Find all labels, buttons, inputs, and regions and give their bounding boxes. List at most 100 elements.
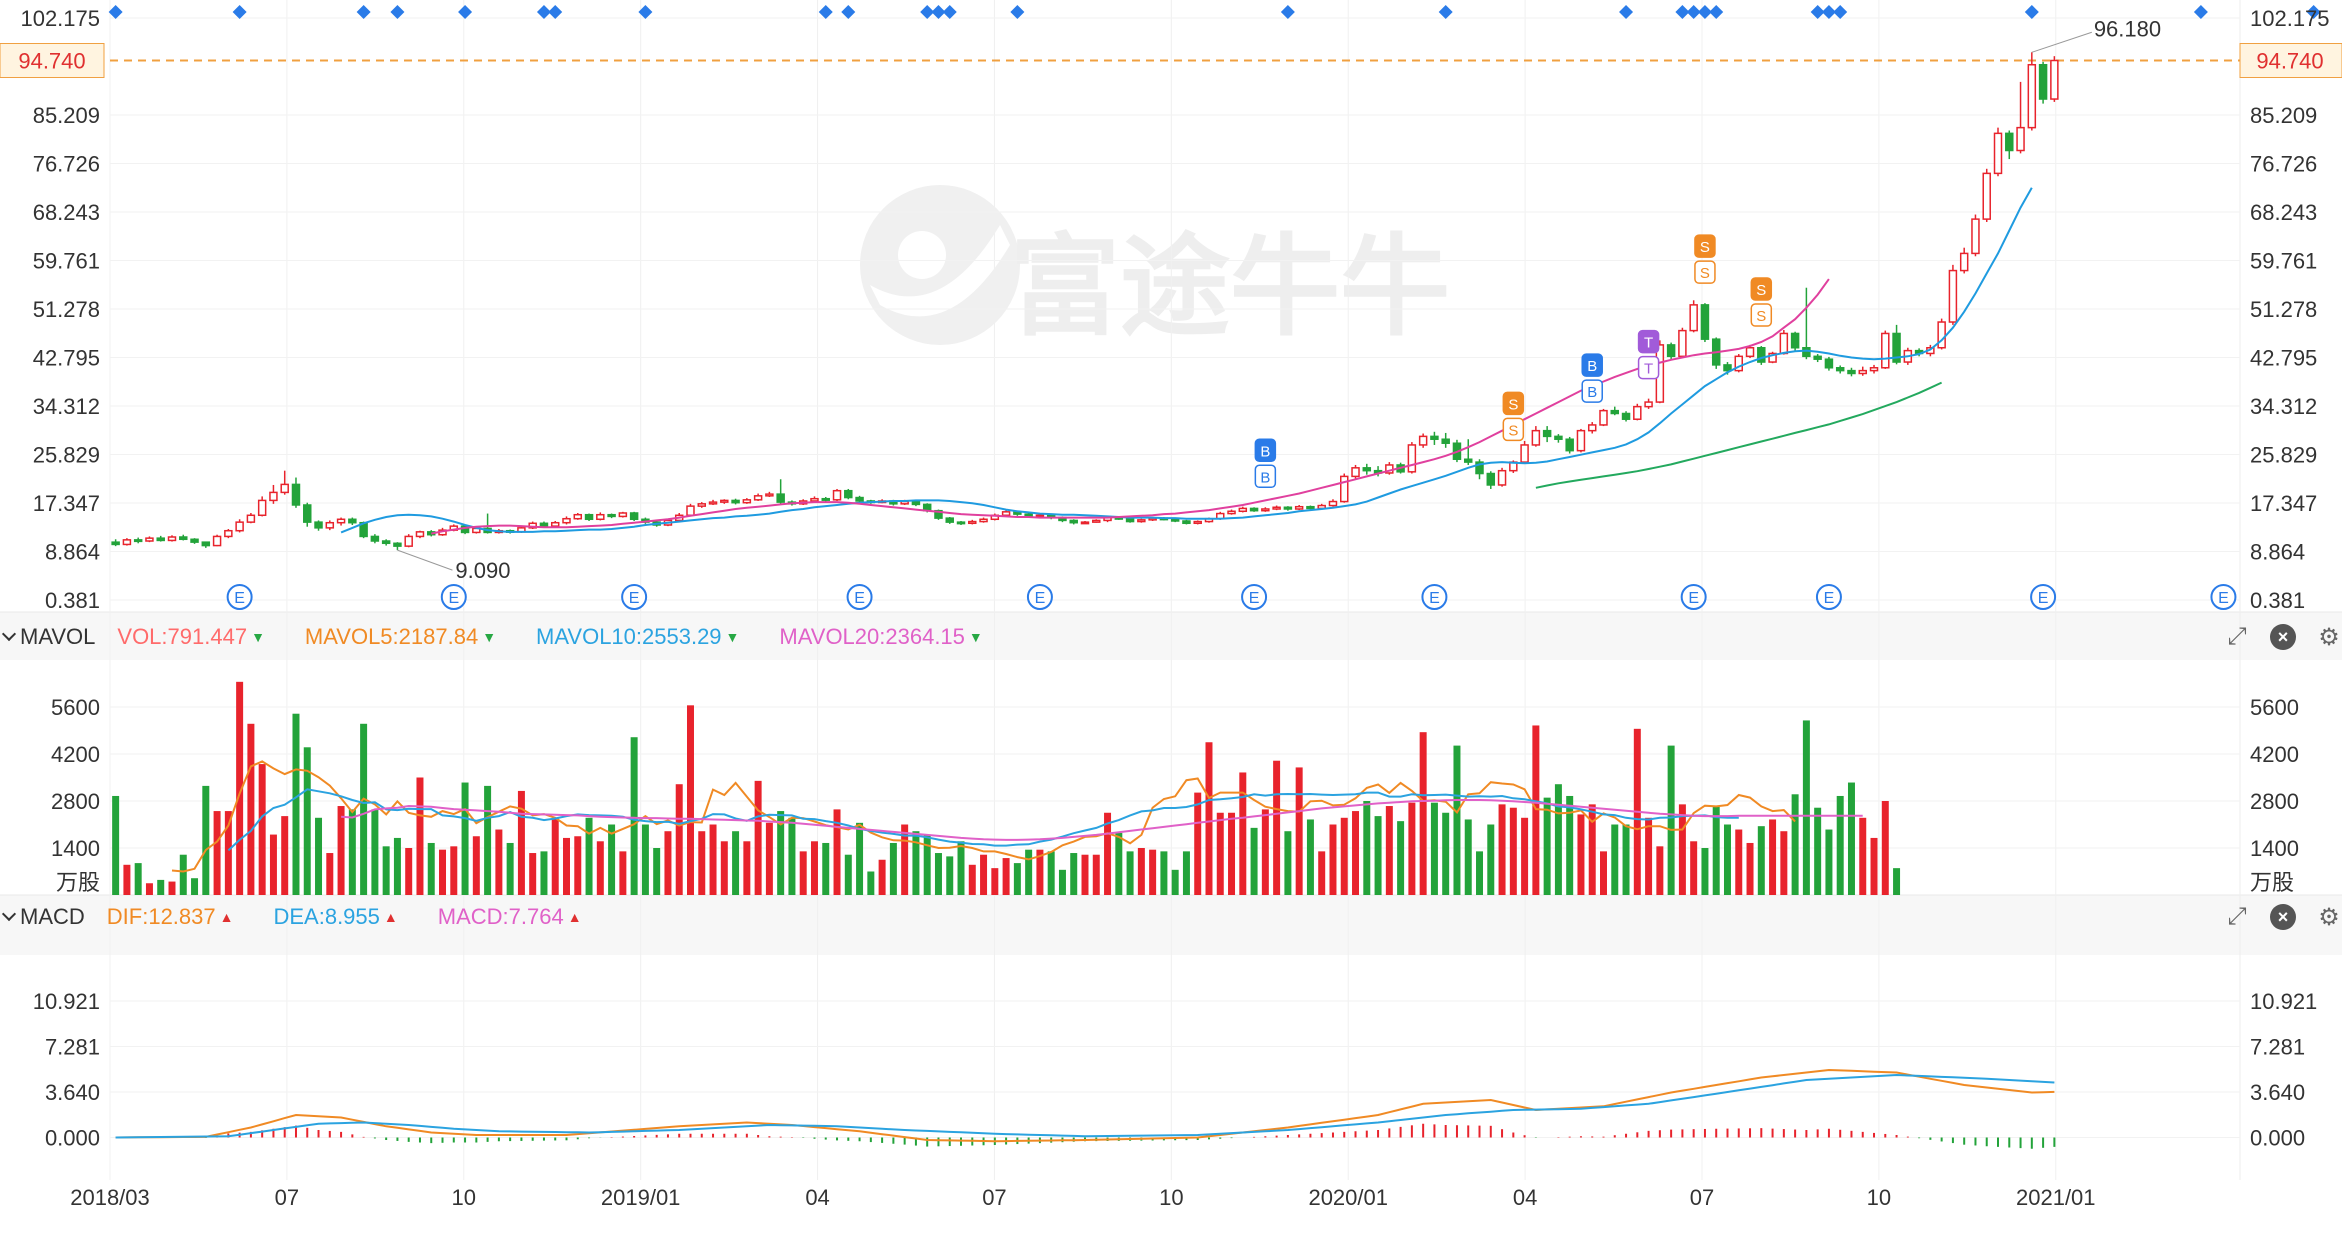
price-chart: 富途牛牛 96.1809.090E E E E E E E E E E ESSBBTTSSSSBB … [0,0,2342,1210]
candle-body [1092,519,1101,523]
macd-indicator-selector[interactable]: MACD [0,904,85,930]
candle-body [1430,435,1439,440]
candle-body [2005,132,2014,152]
x-tick-label: 2018/03 [70,1185,150,1210]
volume-bar [1205,742,1213,895]
volume-bar [563,837,570,895]
candle-body [190,538,199,543]
volume-bar [1092,854,1100,895]
volume-bar [934,853,942,895]
candle-body [201,541,211,547]
candle-body [269,491,278,502]
candle-body [1790,332,1800,349]
price-tick-label-left: 85.209 [33,103,100,128]
gear-icon[interactable]: ⚙ [2316,904,2342,931]
volume-bar [1870,837,1878,895]
price-tick-label-left: 0.381 [45,588,100,613]
volume-bar [788,817,796,895]
trade-badge-label: B [1587,384,1597,401]
volume-bar [1160,851,1168,895]
candle-body [1565,438,1574,452]
candle-body [1306,505,1315,510]
candle-body [1937,321,1946,349]
diamond-marker [1438,5,1453,19]
candle-body [1959,252,1969,272]
diamond-marker [1709,5,1724,19]
volume-bar [517,790,525,895]
mavol-header: MAVOL VOL:791.447 ▼ MAVOL5:2187.84 ▼ MAVOL10… [0,620,1023,654]
volume-bar [202,785,210,895]
expand-icon[interactable]: ⤢ [2224,623,2250,650]
trade-badge-label: B [1260,469,1270,486]
arrow-up-icon: ▲ [383,909,398,925]
candle-body [179,536,188,541]
volume-bar [1374,816,1382,895]
volume-bar [686,705,694,895]
volume-bar [213,811,221,895]
volume-bar [258,764,266,895]
candle-body [111,541,120,546]
mavol-value-label: MAVOL20:2364.15 [779,624,965,649]
diamond-marker [232,5,247,19]
mavol-toolbar: ⤢ × ⚙ [2224,620,2342,654]
expand-icon[interactable]: ⤢ [2224,903,2250,930]
diamond-marker [356,5,371,19]
diamond-marker [2193,5,2208,19]
volume-bar [1363,801,1371,895]
candle-body [156,537,165,542]
close-icon[interactable]: × [2270,904,2296,930]
candle-body [291,483,301,506]
x-tick-label: 10 [1159,1185,1183,1210]
x-tick-label: 07 [1690,1185,1714,1210]
volume-bar [1859,817,1867,895]
watermark-text: 富途牛牛 [1010,226,1450,349]
candle-body [855,496,864,502]
volume-bar [1735,829,1743,895]
x-tick-label: 04 [805,1185,829,1210]
candle-body [832,489,842,501]
diamond-marker [458,5,473,19]
volume-bar [1419,732,1427,895]
candle-body [303,504,312,523]
watermark: 富途牛牛 [860,185,1450,349]
candle-body [821,497,830,501]
volume-bar [1836,795,1844,895]
volume-bar [641,824,649,895]
volume-bar [1137,848,1145,895]
candle-body [844,489,853,499]
candle-body [618,512,628,518]
macd-value-1: DEA:8.955 ▲ [273,904,397,930]
arrow-down-icon: ▼ [482,629,497,645]
mavol-indicator-selector[interactable]: MAVOL [0,624,95,650]
trade-badge-label: T [1644,361,1653,378]
volume-bar [1058,869,1066,895]
volume-bar [1442,812,1450,895]
volume-bar [540,851,548,895]
arrow-down-icon: ▼ [251,629,265,645]
vol-tick-label-right: 4200 [2250,742,2299,767]
candle-body [1272,506,1281,510]
volume-bar [1329,824,1337,895]
volume-bar [1013,863,1021,895]
candle-body [167,536,177,542]
candle-body [1858,369,1867,375]
volume-bar [1577,814,1585,895]
x-tick-label: 07 [275,1185,299,1210]
candle-body [145,537,154,542]
volume-bar [968,864,976,895]
macd-tick-label-right: 10.921 [2250,989,2317,1014]
mavol-value-1: MAVOL5:2187.84 ▼ [305,624,496,650]
candle-body [1610,409,1620,415]
gear-icon[interactable]: ⚙ [2316,624,2342,651]
candle-body [607,513,616,518]
price-tick-label-right: 68.243 [2250,200,2317,225]
diamond-marker [1010,5,1025,19]
volume-bar [822,842,830,895]
volume-bar [1239,772,1247,895]
close-icon[interactable]: × [2270,624,2296,650]
volume-bar [653,848,661,895]
candle-body [562,517,571,524]
volume-bar [1746,842,1754,895]
candle-body [573,513,583,520]
volume-bar [1645,817,1653,895]
